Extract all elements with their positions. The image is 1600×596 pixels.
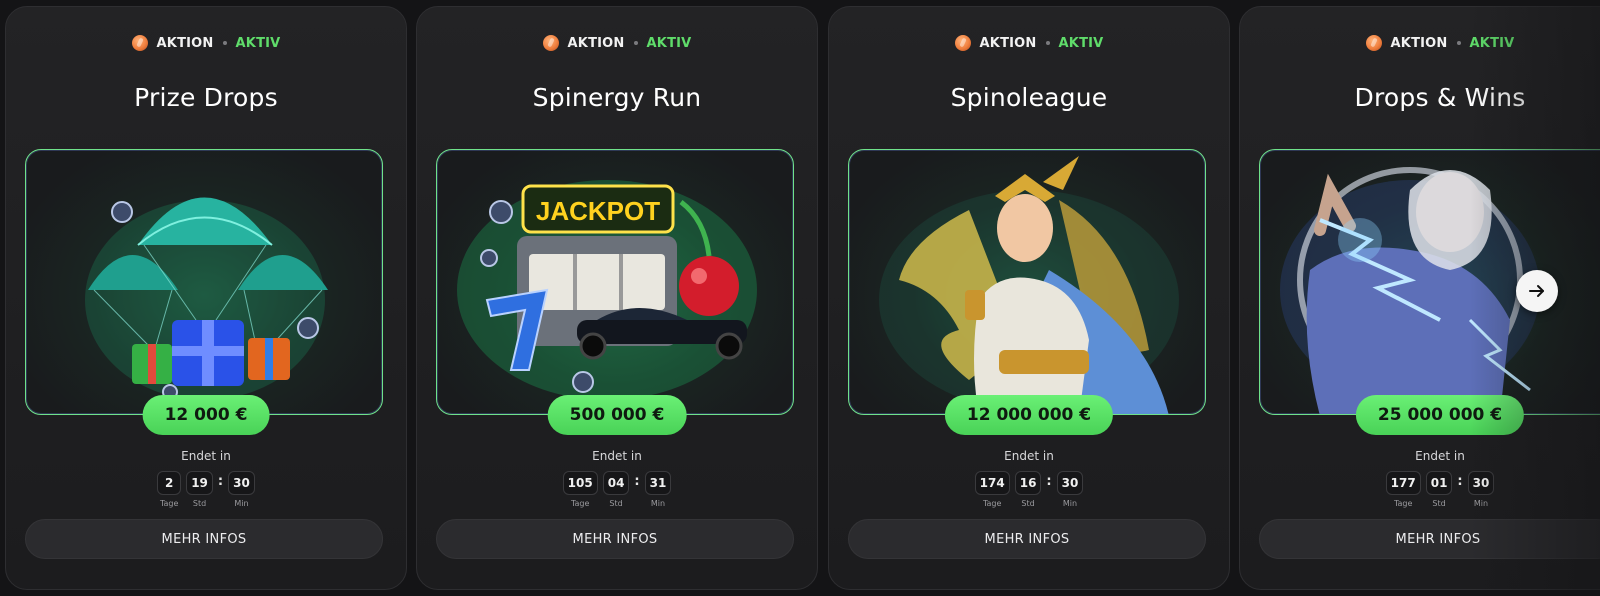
more-info-button[interactable]: MEHR INFOS [436, 519, 794, 559]
timer-hours-value: 19 [186, 471, 213, 495]
ends-in-label: Endet in [181, 449, 231, 463]
promo-fire-icon [954, 35, 971, 51]
timer-hours-value: 04 [602, 471, 630, 495]
timer-minutes-value: 30 [1056, 471, 1084, 495]
timer-minutes-value: 30 [1467, 471, 1495, 495]
ends-in-label: Endet in [1004, 449, 1054, 463]
timer-colon: : [1046, 474, 1052, 489]
ends-in-label: Endet in [1415, 449, 1465, 463]
promo-status: AKTIV [1469, 35, 1515, 51]
separator-dot [1045, 41, 1050, 45]
promotions-carousel: AKTION AKTIV Prize Drops 12 000 € Endet … [0, 0, 1600, 596]
timer-days-value: 174 [974, 471, 1010, 495]
promo-title: Drops & Wins [1354, 83, 1526, 112]
timer-minutes-label: Min [234, 499, 249, 508]
prize-amount: 500 000 € [547, 395, 687, 435]
promo-title: Spinergy Run [532, 83, 702, 112]
promo-fire-icon [131, 35, 148, 51]
card-status-row: AKTION AKTIV [417, 33, 817, 53]
countdown-timer: 174 Tage 16 Std : 30 Min [829, 471, 1229, 508]
promo-status: AKTIV [646, 35, 692, 51]
more-info-button[interactable]: MEHR INFOS [1259, 519, 1600, 559]
promo-image-prize-drops[interactable] [25, 149, 383, 415]
timer-days: 2 Tage [157, 471, 182, 508]
timer-hours: 04 Std [602, 471, 630, 508]
promo-badge: AKTION [156, 35, 214, 51]
timer-hours-label: Std [609, 499, 623, 508]
promo-title: Spinoleague [950, 83, 1108, 112]
timer-minutes: 30 Min [1467, 471, 1495, 508]
timer-minutes: 31 Min [644, 471, 672, 508]
ends-in-label: Endet in [592, 449, 642, 463]
timer-days-value: 177 [1385, 471, 1421, 495]
card-status-row: AKTION AKTIV [6, 33, 406, 53]
timer-hours: 16 Std [1014, 471, 1042, 508]
arrow-right-icon [1529, 285, 1544, 297]
timer-minutes: 30 Min [1056, 471, 1084, 508]
timer-colon: : [634, 474, 640, 489]
timer-days: 105 Tage [562, 471, 598, 508]
prize-amount: 12 000 000 € [944, 395, 1114, 435]
timer-hours-value: 01 [1425, 471, 1453, 495]
promo-card-spinoleague[interactable]: AKTION AKTIV Spinoleague 12 000 000 € En… [828, 6, 1230, 590]
promo-card-prize-drops[interactable]: AKTION AKTIV Prize Drops 12 000 € Endet … [5, 6, 407, 590]
timer-hours-value: 16 [1014, 471, 1042, 495]
promo-image-spinergy-run[interactable]: JACKPOT [436, 149, 794, 415]
timer-hours: 19 Std [186, 471, 213, 508]
timer-minutes-label: Min [1062, 499, 1078, 508]
prize-amount: 12 000 € [142, 395, 270, 435]
carousel-next-button[interactable] [1516, 270, 1558, 312]
separator-dot [1456, 41, 1461, 45]
card-status-row: AKTION AKTIV [1240, 33, 1600, 53]
countdown-timer: 105 Tage 04 Std : 31 Min [417, 471, 817, 508]
more-info-button[interactable]: MEHR INFOS [25, 519, 383, 559]
timer-minutes-label: Min [1473, 499, 1489, 508]
promo-image-spinoleague[interactable] [848, 149, 1206, 415]
timer-colon: : [217, 474, 224, 489]
more-info-button[interactable]: MEHR INFOS [848, 519, 1206, 559]
promo-badge: AKTION [1390, 35, 1448, 51]
promo-title: Prize Drops [134, 83, 278, 112]
timer-hours-label: Std [192, 499, 207, 508]
separator-dot [633, 41, 638, 45]
promo-badge: AKTION [979, 35, 1037, 51]
timer-days-value: 105 [562, 471, 598, 495]
timer-days-label: Tage [982, 499, 1002, 508]
timer-colon: : [1457, 474, 1463, 489]
separator-dot [222, 41, 227, 45]
timer-minutes-value: 31 [644, 471, 672, 495]
promo-badge: AKTION [567, 35, 625, 51]
timer-days: 177 Tage [1385, 471, 1421, 508]
timer-hours-label: Std [1432, 499, 1446, 508]
promo-fire-icon [1365, 35, 1382, 51]
timer-minutes: 30 Min [228, 471, 255, 508]
timer-days-label: Tage [159, 499, 179, 508]
timer-days-label: Tage [570, 499, 590, 508]
prize-amount: 25 000 000 € [1355, 395, 1525, 435]
timer-hours: 01 Std [1425, 471, 1453, 508]
promo-fire-icon [542, 35, 559, 51]
timer-days-value: 2 [157, 471, 182, 495]
promo-status: AKTIV [235, 35, 281, 51]
timer-minutes-label: Min [650, 499, 666, 508]
timer-hours-label: Std [1021, 499, 1035, 508]
timer-minutes-value: 30 [228, 471, 255, 495]
countdown-timer: 2 Tage 19 Std : 30 Min [6, 471, 406, 508]
timer-days: 174 Tage [974, 471, 1010, 508]
countdown-timer: 177 Tage 01 Std : 30 Min [1240, 471, 1600, 508]
promo-status: AKTIV [1058, 35, 1104, 51]
jackpot-sign-text: JACKPOT [536, 196, 660, 226]
timer-days-label: Tage [1393, 499, 1413, 508]
promo-card-spinergy-run[interactable]: AKTION AKTIV Spinergy Run JACKPOT 500 00… [416, 6, 818, 590]
card-status-row: AKTION AKTIV [829, 33, 1229, 53]
